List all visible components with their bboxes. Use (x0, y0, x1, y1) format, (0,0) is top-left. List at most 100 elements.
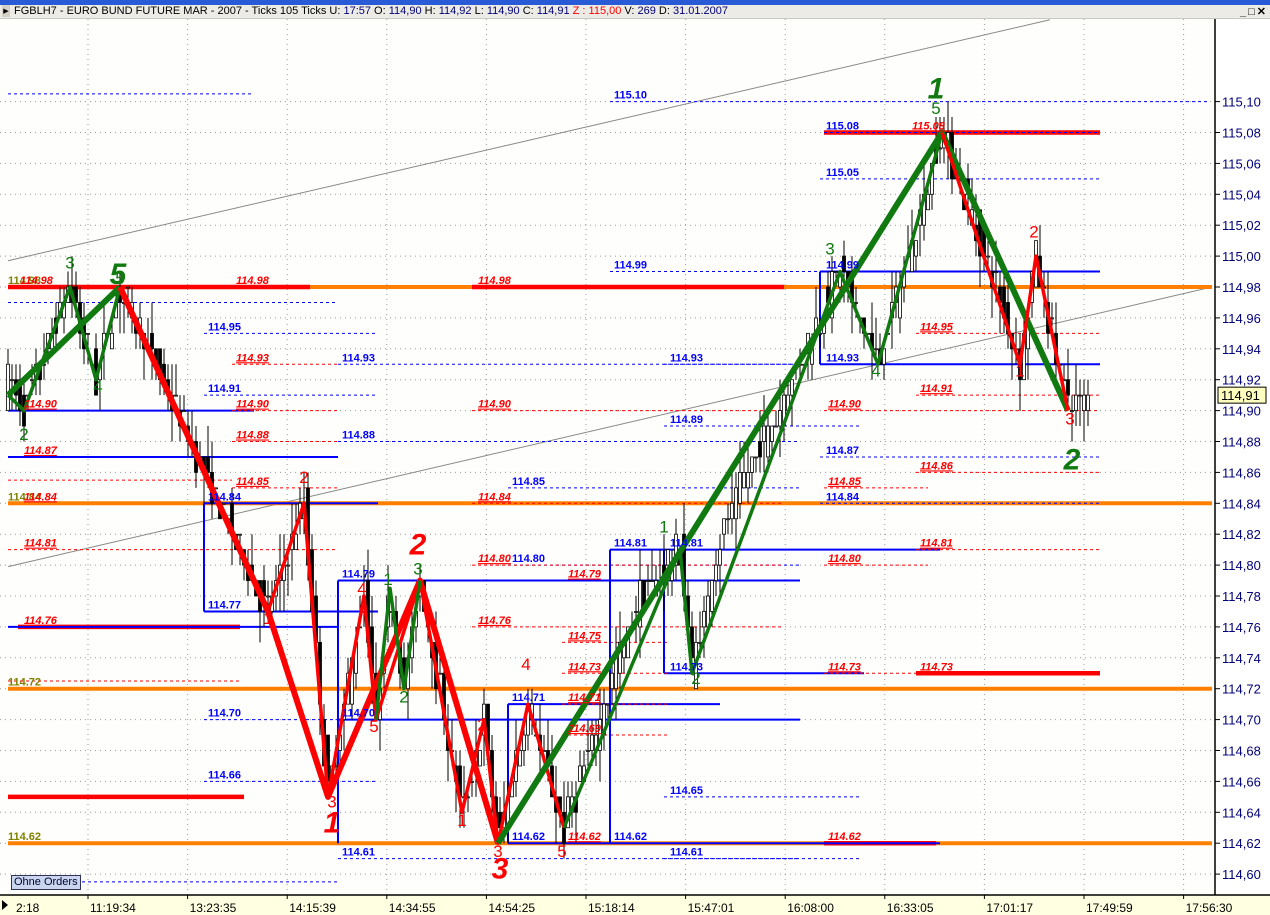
candle-body (734, 487, 738, 520)
candle-body (986, 255, 990, 258)
candle-body (266, 595, 270, 598)
field-key: L: (471, 5, 487, 17)
wave-label: 3 (825, 240, 834, 259)
field-value: 114,90 (486, 5, 520, 17)
candle-body (10, 379, 14, 382)
candle-body (726, 518, 730, 521)
wave-label: 1 (928, 73, 945, 106)
candle-body (758, 441, 762, 458)
level-label: 114.70 (208, 708, 241, 720)
candle-body (522, 734, 526, 751)
level-label: 114.81 (614, 538, 647, 550)
field-key: D: (655, 5, 673, 17)
candle-body (578, 765, 582, 782)
candle-body (86, 332, 90, 335)
level-label: 115.08 (826, 121, 859, 133)
wave-label: 5 (110, 258, 128, 291)
level-label: 114.76 (478, 615, 512, 627)
wave-label: 3 (65, 253, 74, 272)
candle-body (834, 271, 838, 273)
candle-body (610, 672, 614, 690)
level-label: 114.80 (828, 553, 862, 565)
wave-label: 1 (457, 811, 466, 830)
field-value: 269 (637, 5, 656, 17)
candle-body (614, 657, 618, 690)
y-tick-label: 115,02 (1222, 218, 1261, 233)
level-label: 114.90 (24, 399, 58, 411)
x-tick-label: 16:33:05 (887, 901, 934, 915)
x-tick-label: 11:19:34 (90, 901, 136, 915)
level-label: 114.73 (828, 661, 861, 673)
y-tick-label: 114,72 (1222, 682, 1261, 697)
level-label: 114.69 (568, 723, 602, 735)
wave-label: 4 (357, 579, 366, 598)
y-tick-label: 114,74 (1222, 651, 1261, 666)
ohne-orders-button[interactable]: Ohne Orders (11, 875, 81, 890)
x-tick-label: 14:34:55 (389, 901, 436, 915)
level-label: 114.87 (826, 445, 859, 457)
wave-label: 2 (1063, 443, 1081, 476)
menu-arrow-icon[interactable]: ▶ (2, 5, 10, 17)
level-label: 114.90 (828, 399, 862, 411)
candle-body (126, 286, 130, 289)
price-chart: 114,60 114,62 114,64 114,66 114,68 114,70 114,… (0, 19, 1270, 915)
window-controls[interactable]: _□✕ (1240, 5, 1268, 18)
level-label: 114.85 (512, 476, 545, 488)
x-tick-label: 16:08:00 (787, 901, 834, 915)
level-label: 114.93 (670, 352, 703, 364)
y-tick-label: 114,86 (1222, 465, 1261, 480)
level-label: 114.76 (24, 615, 58, 627)
candle-body (586, 750, 590, 752)
candle-body (438, 672, 442, 675)
level-label: 114.81 (24, 538, 57, 550)
wave-label: 2 (477, 715, 486, 734)
level-label: 115.10 (614, 90, 647, 102)
level-label: 114.91 (920, 383, 953, 395)
level-label: 114.71 (512, 692, 545, 704)
field-key: O: (371, 5, 389, 17)
y-tick-label: 114,64 (1222, 805, 1261, 820)
candle-body (722, 518, 726, 535)
last-price-label: 114,91 (1221, 388, 1260, 403)
level-label: 114.99 (826, 260, 859, 272)
level-label: 114.88 (342, 430, 375, 442)
candle-body (30, 379, 34, 382)
candle-body (710, 580, 714, 612)
candle-body (1074, 394, 1078, 411)
wave-label: 1 (383, 570, 392, 589)
y-tick-label: 115,10 (1222, 95, 1261, 110)
y-tick-label: 115,06 (1222, 156, 1261, 171)
candle-body (150, 332, 154, 350)
level-label: 114.86 (920, 460, 954, 472)
level-label: 114.93 (826, 352, 859, 364)
candle-body (926, 193, 930, 211)
y-tick-label: 115,00 (1222, 249, 1261, 264)
y-tick-label: 115,04 (1222, 187, 1261, 202)
level-label: 114.93 (342, 352, 375, 364)
candle-body (762, 425, 766, 442)
y-tick-label: 114,68 (1222, 744, 1261, 759)
level-label: 114.80 (512, 553, 545, 565)
level-label: 114.61 (670, 847, 703, 859)
candle-body (1082, 394, 1086, 411)
x-tick-label: 15:18:14 (588, 901, 635, 915)
field-value: 31.01.2007 (672, 5, 729, 17)
level-label: 114.91 (208, 383, 241, 395)
candle-body (174, 394, 178, 397)
wave-label: 5 (369, 717, 378, 736)
candle-body (6, 363, 10, 411)
candle-body (994, 271, 998, 273)
candle-body (478, 750, 482, 767)
level-label: 114.98 (20, 275, 54, 287)
wave-label: 1 (324, 806, 341, 839)
field-value: 115,00 (588, 5, 622, 17)
level-label: 114.81 (670, 538, 703, 550)
candle-body (1066, 379, 1070, 396)
y-tick-label: 114,66 (1222, 774, 1261, 789)
level-label: 114.75 (568, 630, 602, 642)
x-tick-label: 15:47:01 (688, 901, 735, 915)
wave-label: 2 (19, 425, 28, 444)
level-label: 114.89 (670, 414, 703, 426)
level-label: 114.90 (236, 399, 270, 411)
field-key: Z : (569, 5, 589, 17)
